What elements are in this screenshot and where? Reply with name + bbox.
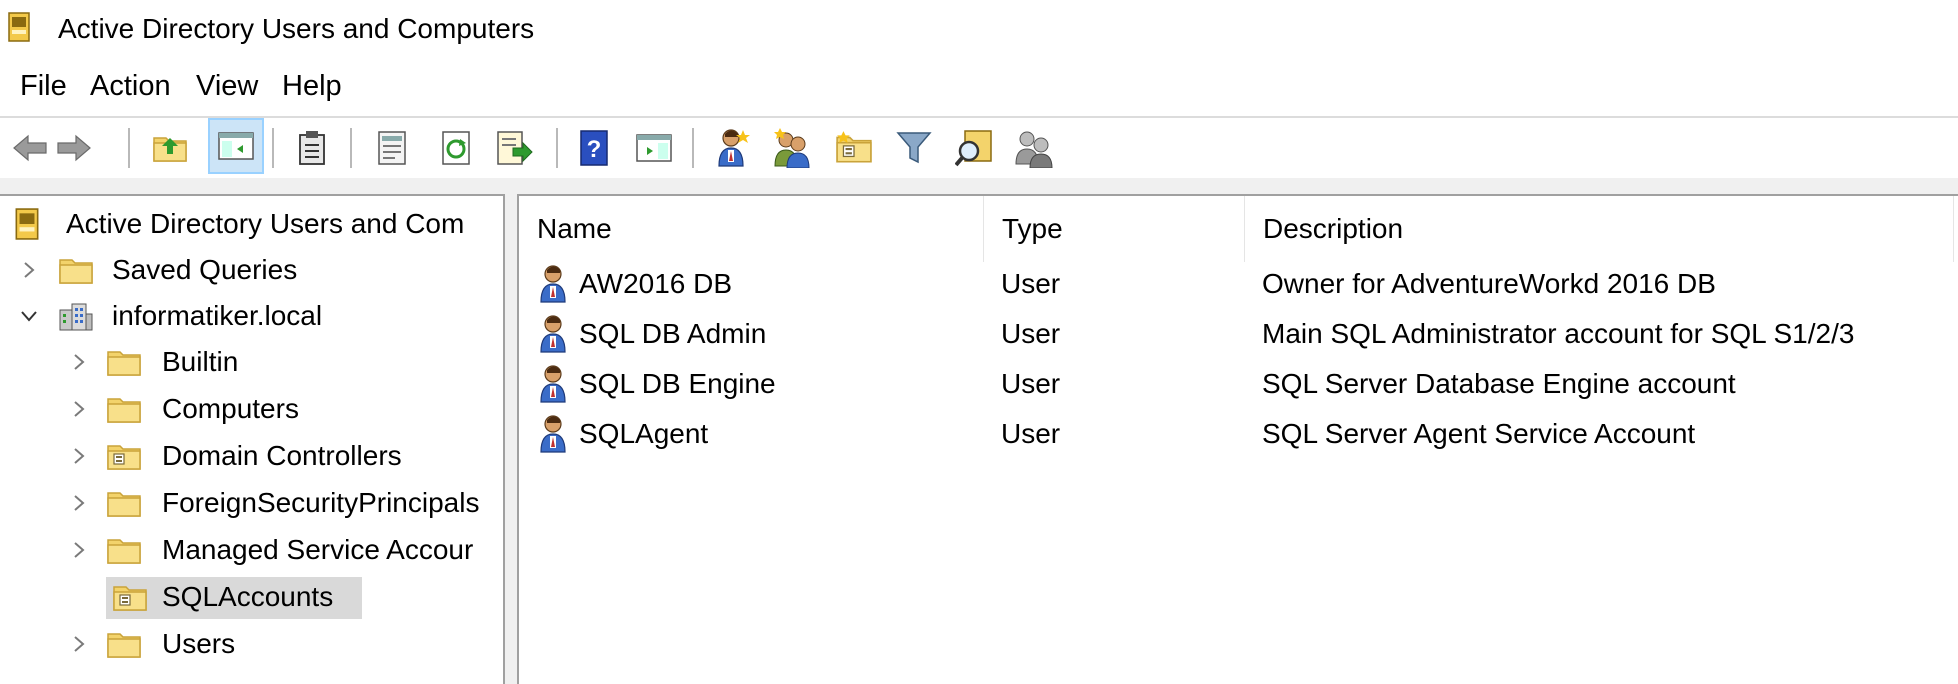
user-icon [539,364,573,404]
folder-icon [106,393,142,425]
cell-description: SQL Server Database Engine account [1262,368,1736,399]
tree-item-label: Computers [162,393,299,424]
ou-folder-icon [106,440,142,472]
column-header-type[interactable]: Type [984,196,1245,262]
new-ou-icon[interactable] [832,126,876,170]
toolbar-separator [556,128,558,168]
menu-file[interactable]: File [18,66,69,106]
help-icon[interactable]: ? [572,126,616,170]
clipboard-icon[interactable] [290,126,334,170]
chevron-right-icon[interactable] [68,632,90,656]
pane-gutter [0,178,1958,194]
delegate-control-icon[interactable] [1012,126,1056,170]
user-icon [539,314,573,354]
tree-item-label: informatiker.local [112,300,323,331]
refresh-icon[interactable] [434,126,478,170]
tree-item-label: SQLAccounts [162,581,334,612]
tree-item-label: Users [162,628,236,659]
chevron-right-icon[interactable] [68,538,90,562]
forward-arrow-icon[interactable] [52,126,96,170]
folder-icon [106,346,142,378]
toolbar-separator [272,128,274,168]
column-header-description[interactable]: Description [1245,196,1954,262]
tree-item-label: Saved Queries [112,254,298,285]
cell-description: Owner for AdventureWorkd 2016 DB [1262,268,1716,299]
menu-bar: File Action View Help [0,66,1958,106]
window-title: Active Directory Users and Computers [58,13,535,44]
table-row[interactable]: SQLAgent User SQL Server Agent Service A… [519,410,1958,458]
results-list: Name Type Description AW2016 DB User Own… [517,194,1958,684]
domain-icon [59,303,93,331]
cell-name: SQLAgent [579,418,709,449]
console-tree: Active Directory Users and Com Saved Que… [0,194,505,684]
folder-icon [58,254,94,286]
filter-icon[interactable] [892,126,936,170]
ad-console-icon [8,12,30,42]
chevron-right-icon[interactable] [18,258,40,282]
toolbar-separator [350,128,352,168]
menu-action[interactable]: Action [88,66,173,106]
up-level-icon[interactable] [148,126,192,170]
chevron-down-icon[interactable] [18,304,40,328]
tree-root-label: Active Directory Users and Com [66,208,465,239]
ad-console-icon [15,208,39,240]
show-action-pane-icon[interactable] [632,126,676,170]
cell-name: SQL DB Engine [579,368,776,399]
chevron-right-icon[interactable] [68,491,90,515]
back-arrow-icon[interactable] [8,126,52,170]
properties-icon[interactable] [370,126,414,170]
show-hide-tree-icon[interactable] [208,118,264,174]
cell-description: SQL Server Agent Service Account [1262,418,1696,449]
svg-text:?: ? [587,136,602,163]
tree-item-label: ForeignSecurityPrincipals [162,487,480,518]
table-row[interactable]: AW2016 DB User Owner for AdventureWorkd … [519,260,1958,308]
new-group-icon[interactable] [770,126,814,170]
table-row[interactable]: SQL DB Admin User Main SQL Administrator… [519,310,1958,358]
tree-item-label: Builtin [162,346,239,377]
menu-help[interactable]: Help [280,66,344,106]
ou-folder-icon [112,581,148,613]
tree-item-label: Managed Service Accour [162,534,474,565]
export-list-icon[interactable] [492,126,536,170]
chevron-right-icon[interactable] [68,350,90,374]
folder-icon [106,487,142,519]
toolbar-separator [128,128,130,168]
cell-name: SQL DB Admin [579,318,767,349]
user-icon [539,414,573,454]
cell-type: User [1001,318,1061,349]
user-icon [539,264,573,304]
table-row[interactable]: SQL DB Engine User SQL Server Database E… [519,360,1958,408]
tree-item-label: Domain Controllers [162,440,402,471]
toolbar: ? [0,118,1958,178]
find-icon[interactable] [952,126,996,170]
folder-icon [106,628,142,660]
folder-icon [106,534,142,566]
pane-splitter[interactable] [505,194,517,684]
new-user-icon[interactable] [712,126,756,170]
toolbar-separator [692,128,694,168]
cell-type: User [1001,268,1061,299]
cell-name: AW2016 DB [579,268,733,299]
title-bar: Active Directory Users and Computers [0,0,1958,58]
cell-type: User [1001,368,1061,399]
menu-view[interactable]: View [194,66,260,106]
column-header-name[interactable]: Name [519,196,984,262]
chevron-right-icon[interactable] [68,444,90,468]
cell-description: Main SQL Administrator account for SQL S… [1262,318,1855,349]
cell-type: User [1001,418,1061,449]
chevron-right-icon[interactable] [68,397,90,421]
